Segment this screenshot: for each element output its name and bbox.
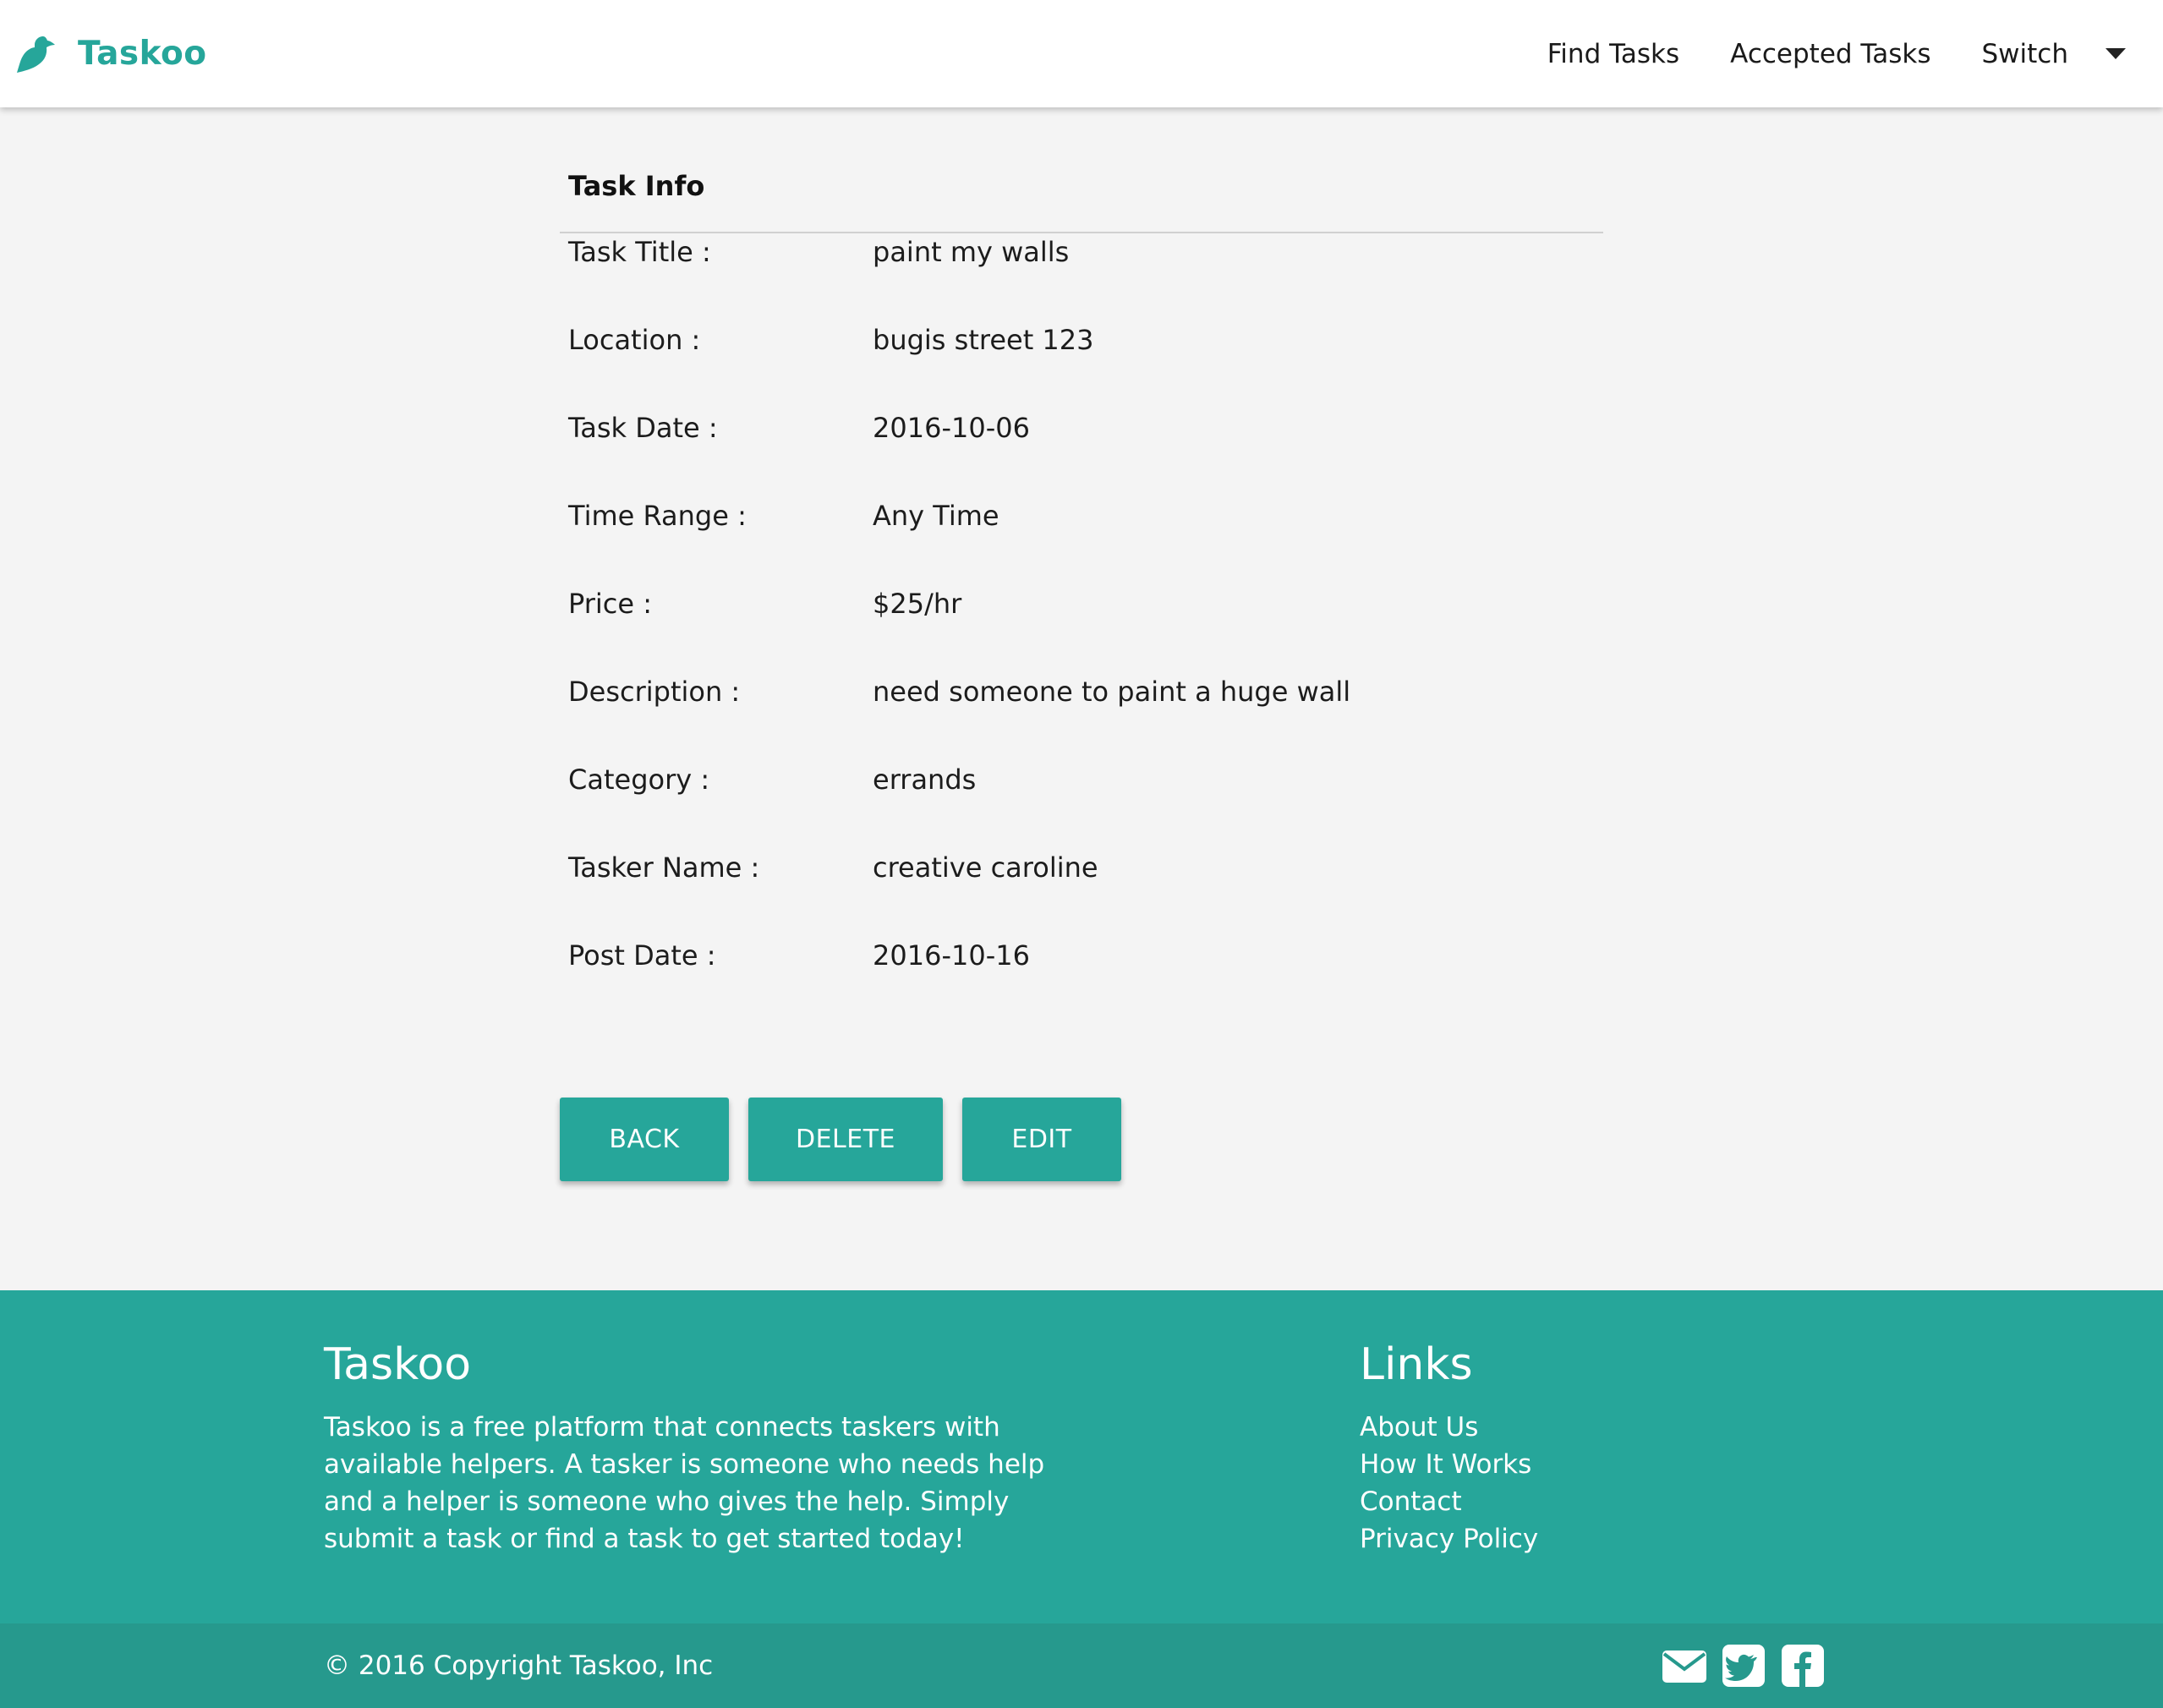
tasker-name-value: creative caroline: [873, 851, 1098, 884]
description-value: need someone to paint a huge wall: [873, 676, 1351, 708]
brand-logo-link[interactable]: Taskoo: [15, 0, 207, 107]
footer-links-list: About Us How It Works Contact Privacy Po…: [1360, 1409, 1538, 1557]
category-row: Category : errands: [560, 736, 1603, 824]
description-label: Description :: [568, 676, 741, 708]
footer-links-title: Links: [1360, 1339, 1473, 1390]
back-button[interactable]: BACK: [560, 1098, 729, 1181]
footer-bottom-bar: © 2016 Copyright Taskoo, Inc: [0, 1623, 2163, 1708]
nav-switch-dropdown[interactable]: Switch: [1957, 39, 2163, 69]
post-date-row: Post Date : 2016-10-16: [560, 911, 1603, 999]
task-title-label: Task Title :: [568, 236, 711, 268]
footer-link-how-it-works[interactable]: How It Works: [1360, 1446, 1538, 1483]
tasker-name-row: Tasker Name : creative caroline: [560, 824, 1603, 911]
category-label: Category :: [568, 764, 710, 796]
footer-about: Taskoo Taskoo is a free platform that co…: [324, 1343, 1068, 1557]
footer-link-about-us[interactable]: About Us: [1360, 1409, 1538, 1446]
price-value: $25/hr: [873, 588, 962, 620]
task-date-value: 2016-10-06: [873, 412, 1030, 444]
twitter-icon[interactable]: [1720, 1644, 1767, 1688]
task-date-row: Task Date : 2016-10-06: [560, 384, 1603, 472]
time-range-label: Time Range :: [568, 500, 747, 532]
footer-title: Taskoo: [324, 1339, 472, 1390]
footer-description: Taskoo is a free platform that connects …: [324, 1412, 1045, 1554]
description-row: Description : need someone to paint a hu…: [560, 648, 1603, 736]
social-links: [1661, 1644, 1838, 1688]
location-value: bugis street 123: [873, 324, 1094, 356]
caret-down-icon: [2106, 48, 2126, 59]
post-date-label: Post Date :: [568, 939, 716, 972]
envelope-icon[interactable]: [1661, 1644, 1708, 1688]
main-nav: Find Tasks Accepted Tasks Switch: [1522, 0, 2163, 107]
nav-switch-label: Switch: [1981, 38, 2069, 69]
post-date-value: 2016-10-16: [873, 939, 1030, 972]
nav-accepted-tasks[interactable]: Accepted Tasks: [1705, 39, 1956, 69]
brand-name: Taskoo: [78, 35, 207, 73]
location-row: Location : bugis street 123: [560, 296, 1603, 384]
price-label: Price :: [568, 588, 653, 620]
footer-links: Links About Us How It Works Contact Priv…: [1360, 1343, 1538, 1557]
edit-button[interactable]: EDIT: [962, 1098, 1121, 1181]
site-footer: Taskoo Taskoo is a free platform that co…: [0, 1290, 2163, 1708]
nav-find-tasks[interactable]: Find Tasks: [1522, 39, 1705, 69]
time-range-row: Time Range : Any Time: [560, 472, 1603, 560]
bird-icon: [17, 36, 55, 73]
task-title-value: paint my walls: [873, 236, 1070, 268]
tasker-name-label: Tasker Name :: [568, 851, 760, 884]
location-label: Location :: [568, 324, 701, 356]
footer-link-privacy-policy[interactable]: Privacy Policy: [1360, 1520, 1538, 1557]
price-row: Price : $25/hr: [560, 560, 1603, 648]
delete-button[interactable]: DELETE: [748, 1098, 943, 1181]
task-actions: BACK DELETE EDIT: [560, 1098, 1141, 1181]
task-info-panel: Task Info Task Title : paint my walls Lo…: [560, 144, 1603, 999]
task-info-list: Task Title : paint my walls Location : b…: [560, 208, 1603, 999]
task-title-row: Task Title : paint my walls: [560, 208, 1603, 296]
facebook-icon[interactable]: [1779, 1644, 1826, 1688]
copyright-text: © 2016 Copyright Taskoo, Inc: [324, 1651, 714, 1681]
task-date-label: Task Date :: [568, 412, 718, 444]
footer-link-contact[interactable]: Contact: [1360, 1483, 1538, 1520]
top-navbar: Taskoo Find Tasks Accepted Tasks Switch: [0, 0, 2163, 107]
time-range-value: Any Time: [873, 500, 999, 532]
category-value: errands: [873, 764, 977, 796]
